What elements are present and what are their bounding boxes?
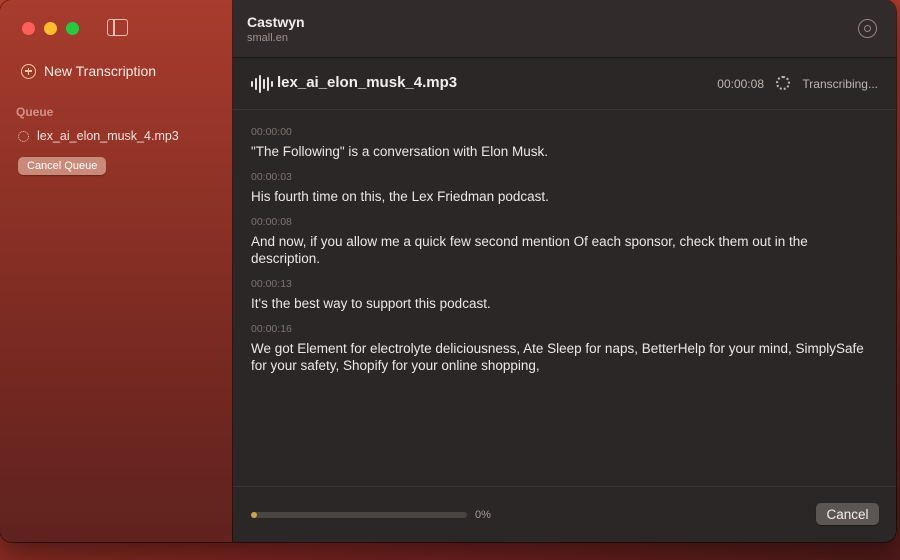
segment-timestamp: 00:00:13 <box>251 278 292 290</box>
sidebar: New Transcription Queue lex_ai_elon_musk… <box>0 0 233 542</box>
transcript: 00:00:00 "The Following" is a conversati… <box>251 126 876 385</box>
file-header: lex_ai_elon_musk_4.mp3 00:00:08 Transcri… <box>233 58 896 110</box>
segment-text: It's the best way to support this podcas… <box>251 296 491 311</box>
sidebar-toggle-icon[interactable] <box>107 19 128 36</box>
segment-text: "The Following" is a conversation with E… <box>251 144 548 159</box>
transcript-segment: 00:00:13 It's the best way to support th… <box>251 278 876 312</box>
title-bar: Castwyn small.en <box>233 0 896 58</box>
segment-timestamp: 00:00:03 <box>251 171 292 183</box>
close-window-button[interactable] <box>22 22 35 35</box>
segment-text: His fourth time on this, the Lex Friedma… <box>251 189 549 204</box>
app-title: Castwyn <box>247 14 305 30</box>
model-name: small.en <box>247 32 288 44</box>
window-controls <box>22 22 79 35</box>
zoom-window-button[interactable] <box>66 22 79 35</box>
segment-text: And now, if you allow me a quick few sec… <box>251 234 808 266</box>
segment-timestamp: 00:00:00 <box>251 126 292 138</box>
progress-spinner-icon <box>776 76 790 90</box>
transcript-segment: 00:00:08 And now, if you allow me a quic… <box>251 216 876 267</box>
new-transcription-button[interactable]: New Transcription <box>21 63 156 79</box>
elapsed-time: 00:00:08 <box>717 77 764 91</box>
main-panel: Castwyn small.en lex_ai_elon_musk_4.mp3 … <box>233 0 896 542</box>
progress-percent: 0% <box>475 509 491 521</box>
gear-icon[interactable] <box>858 19 877 38</box>
waveform-icon <box>251 75 273 93</box>
new-transcription-label: New Transcription <box>44 63 157 79</box>
status-text: Transcribing... <box>802 77 878 91</box>
queue-heading: Queue <box>16 105 54 119</box>
transcript-segment: 00:00:00 "The Following" is a conversati… <box>251 126 876 160</box>
progress-bar <box>251 512 467 518</box>
transcript-segment: 00:00:03 His fourth time on this, the Le… <box>251 171 876 205</box>
cancel-queue-button[interactable]: Cancel Queue <box>18 157 107 175</box>
cancel-button[interactable]: Cancel <box>816 503 879 525</box>
segment-timestamp: 00:00:08 <box>251 216 292 228</box>
transcript-segment: 00:00:16 We got Element for electrolyte … <box>251 323 876 374</box>
file-name: lex_ai_elon_musk_4.mp3 <box>277 74 458 91</box>
minimize-window-button[interactable] <box>44 22 57 35</box>
queue-item[interactable]: lex_ai_elon_musk_4.mp3 <box>18 129 179 143</box>
footer-bar: 0% Cancel <box>233 486 896 542</box>
spinner-icon <box>18 130 29 142</box>
progress-fill <box>251 512 257 518</box>
plus-circle-icon <box>21 63 36 79</box>
app-window: New Transcription Queue lex_ai_elon_musk… <box>0 0 896 542</box>
queue-item-label: lex_ai_elon_musk_4.mp3 <box>37 129 179 143</box>
segment-text: We got Element for electrolyte delicious… <box>251 341 864 373</box>
segment-timestamp: 00:00:16 <box>251 323 292 335</box>
